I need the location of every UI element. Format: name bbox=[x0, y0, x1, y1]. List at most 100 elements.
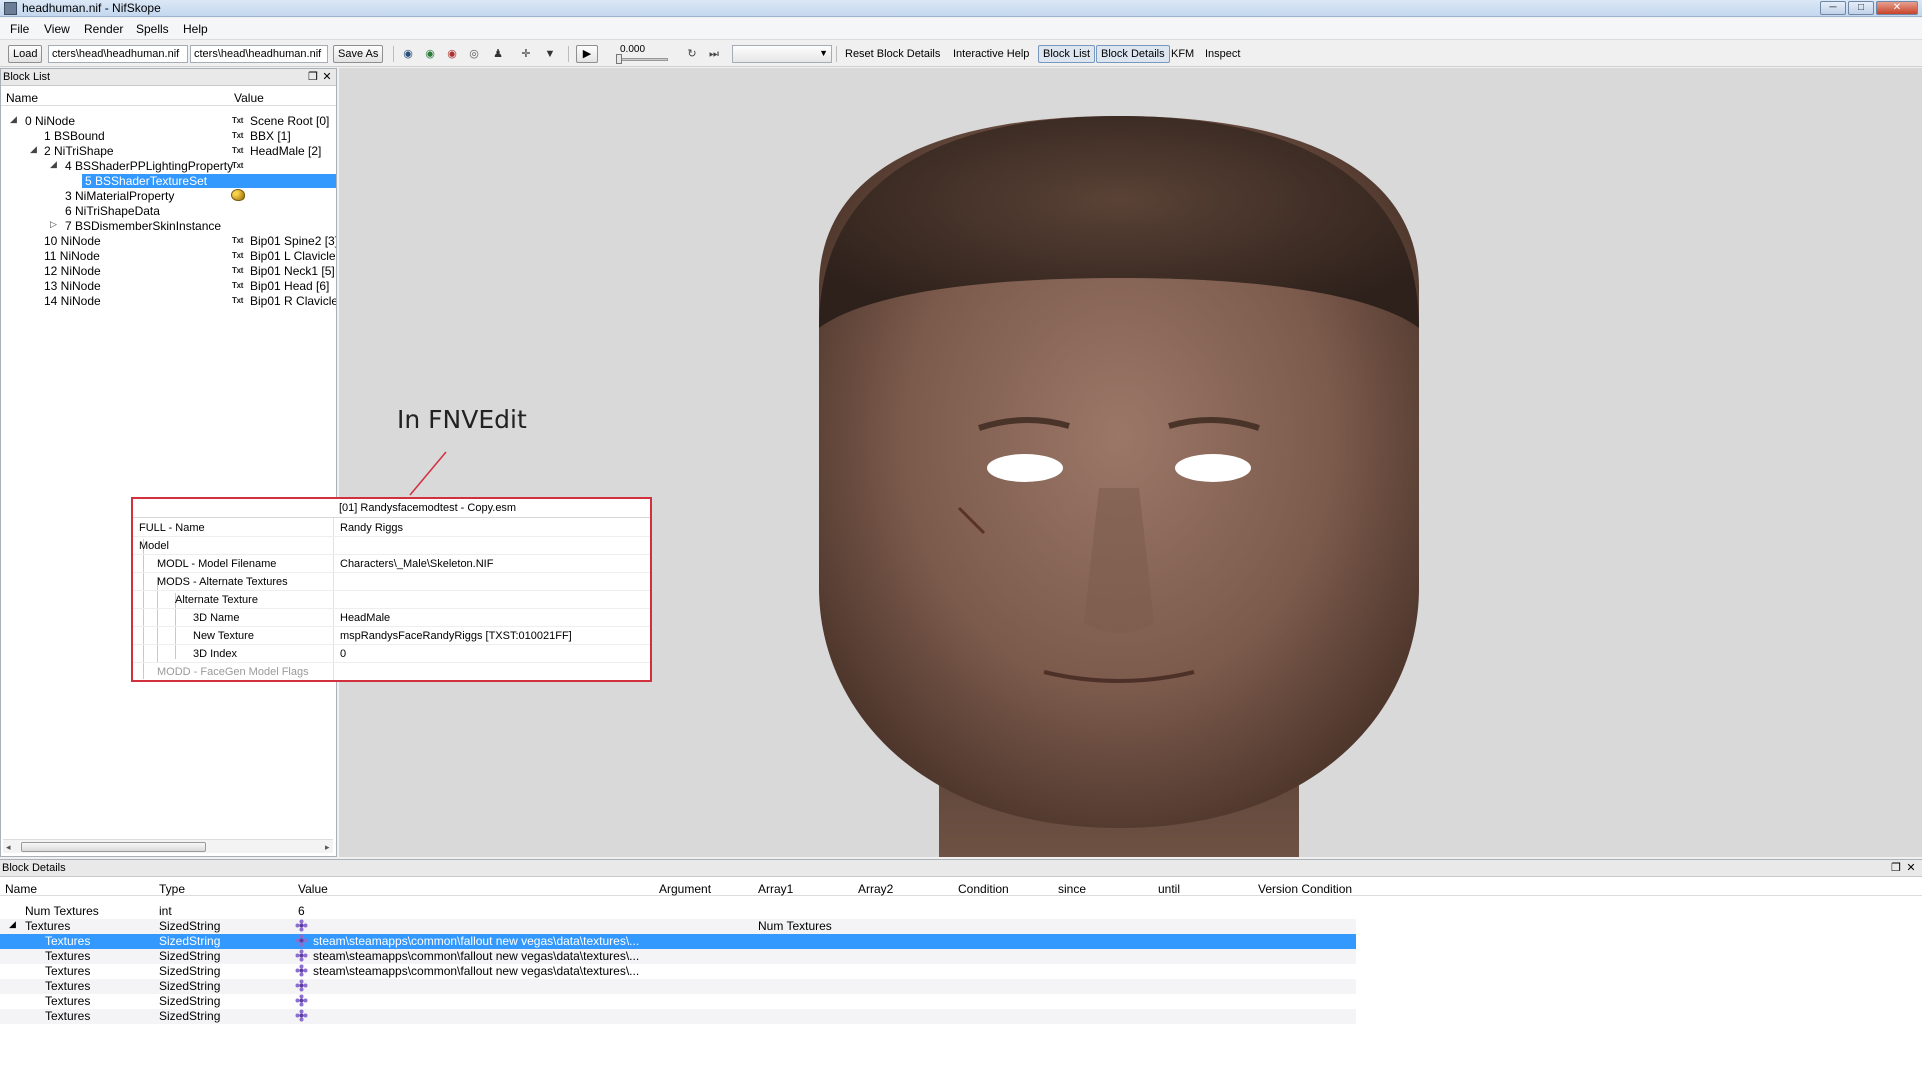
detail-row[interactable]: ◢ Textures SizedString Num Textures bbox=[0, 919, 1356, 934]
detail-row[interactable]: Textures SizedString steam\steamapps\com… bbox=[0, 964, 1356, 979]
record-row[interactable]: MODL - Model Filename Characters\_Male\S… bbox=[133, 555, 650, 573]
detail-row-selected[interactable]: Textures SizedString steam\steamapps\com… bbox=[0, 934, 1356, 949]
walk-icon[interactable]: ♟ bbox=[490, 47, 506, 61]
record-row[interactable]: 3D Name HeadMale bbox=[133, 609, 650, 627]
column-condition[interactable]: Condition bbox=[958, 882, 1009, 896]
detail-name: Textures bbox=[45, 979, 91, 993]
record-row[interactable]: MODD - FaceGen Model Flags bbox=[133, 663, 650, 681]
load-button[interactable]: Load bbox=[8, 45, 43, 63]
inspect-button[interactable]: Inspect bbox=[1200, 45, 1245, 63]
record-key: Alternate Texture bbox=[175, 594, 258, 606]
tree-row[interactable]: 13 NiNode Txt Bip01 Head [6] bbox=[1, 279, 336, 294]
detail-name: Textures bbox=[45, 934, 91, 948]
time-slider-thumb[interactable] bbox=[616, 54, 622, 64]
tree-row[interactable]: 10 NiNode Txt Bip01 Spine2 [3] bbox=[1, 234, 336, 249]
record-row[interactable]: New Texture mspRandysFaceRandyRiggs [TXS… bbox=[133, 627, 650, 645]
block-list-title: Block List ❐ ✕ bbox=[1, 69, 336, 86]
column-since[interactable]: since bbox=[1058, 882, 1086, 896]
record-row[interactable]: Model bbox=[133, 537, 650, 555]
maximize-button[interactable]: □ bbox=[1848, 1, 1874, 15]
record-row[interactable]: FULL - Name Randy Riggs bbox=[133, 519, 650, 537]
window-title: headhuman.nif - NifSkope bbox=[22, 1, 161, 15]
tree-row[interactable]: 12 NiNode Txt Bip01 Neck1 [5] bbox=[1, 264, 336, 279]
tree-row[interactable]: 11 NiNode Txt Bip01 L Clavicle [ bbox=[1, 249, 336, 264]
interactive-help-button[interactable]: Interactive Help bbox=[948, 45, 1034, 63]
scroll-left-icon[interactable]: ◂ bbox=[6, 840, 11, 854]
column-name[interactable]: Name bbox=[5, 882, 37, 896]
block-list-toggle[interactable]: Block List bbox=[1038, 45, 1096, 63]
tree-row-value: Bip01 L Clavicle [ bbox=[250, 249, 336, 263]
block-details-toggle[interactable]: Block Details bbox=[1096, 45, 1170, 63]
detail-row[interactable]: Num Textures int 6 bbox=[0, 904, 1356, 919]
expand-arrow-icon[interactable]: ◢ bbox=[30, 144, 40, 155]
detail-row[interactable]: Textures SizedString bbox=[0, 994, 1356, 1009]
tree-row[interactable]: ◢ 4 BSShaderPPLightingProperty Txt bbox=[1, 159, 336, 174]
eye-red-icon[interactable]: ◉ bbox=[444, 47, 460, 61]
dropdown-icon[interactable]: ▼ bbox=[542, 47, 558, 61]
play-button[interactable]: ▶ bbox=[576, 45, 598, 63]
menu-spells[interactable]: Spells bbox=[136, 22, 169, 36]
detail-type: SizedString bbox=[159, 994, 221, 1008]
render-viewport[interactable] bbox=[339, 68, 1922, 857]
menu-file[interactable]: File bbox=[10, 22, 29, 36]
column-array2[interactable]: Array2 bbox=[858, 882, 893, 896]
save-as-button[interactable]: Save As bbox=[333, 45, 384, 63]
undock-icon[interactable]: ❐ bbox=[1890, 861, 1902, 875]
detail-row[interactable]: Textures SizedString bbox=[0, 1009, 1356, 1024]
tree-row[interactable]: 1 BSBound Txt BBX [1] bbox=[1, 129, 336, 144]
tree-row[interactable]: ◢ 0 NiNode Txt Scene Root [0] bbox=[1, 114, 336, 129]
eye-blue-icon[interactable]: ◉ bbox=[400, 47, 416, 61]
record-row[interactable]: MODS - Alternate Textures bbox=[133, 573, 650, 591]
block-details-panel: Block Details ❐ ✕ Name Type Value Argume… bbox=[0, 859, 1922, 1076]
switch-icon[interactable]: ⏭ bbox=[706, 47, 722, 61]
txt-badge-icon: Txt bbox=[232, 266, 244, 275]
eye-green-icon[interactable]: ◉ bbox=[422, 47, 438, 61]
close-icon[interactable]: ✕ bbox=[1905, 861, 1917, 875]
tree-row[interactable]: ▷ 7 BSDismemberSkinInstance bbox=[1, 219, 336, 234]
column-value[interactable]: Value bbox=[234, 91, 264, 105]
undock-icon[interactable]: ❐ bbox=[307, 70, 319, 84]
record-row[interactable]: Alternate Texture bbox=[133, 591, 650, 609]
expand-arrow-icon[interactable]: ◢ bbox=[9, 919, 16, 930]
column-array1[interactable]: Array1 bbox=[758, 882, 793, 896]
column-value[interactable]: Value bbox=[298, 882, 328, 896]
close-icon[interactable]: ✕ bbox=[321, 70, 333, 84]
txt-badge-icon: Txt bbox=[232, 251, 244, 260]
detail-row[interactable]: Textures SizedString bbox=[0, 979, 1356, 994]
detail-row[interactable]: Textures SizedString steam\steamapps\com… bbox=[0, 949, 1356, 964]
time-slider[interactable] bbox=[618, 58, 668, 61]
menu-help[interactable]: Help bbox=[183, 22, 208, 36]
column-argument[interactable]: Argument bbox=[659, 882, 711, 896]
tree-row-selected[interactable]: 5 BSShaderTextureSet bbox=[1, 174, 336, 189]
tree-row[interactable]: 3 NiMaterialProperty bbox=[1, 189, 336, 204]
expand-arrow-icon[interactable]: ◢ bbox=[10, 114, 20, 125]
animation-select[interactable]: ▼ bbox=[732, 45, 832, 63]
block-details-title-text: Block Details bbox=[2, 862, 66, 874]
save-path-field[interactable]: cters\head\headhuman.nif bbox=[190, 45, 328, 63]
reset-block-details-button[interactable]: Reset Block Details bbox=[840, 45, 945, 63]
column-until[interactable]: until bbox=[1158, 882, 1180, 896]
tree-row[interactable]: ◢ 2 NiTriShape Txt HeadMale [2] bbox=[1, 144, 336, 159]
block-list-title-text: Block List bbox=[3, 71, 51, 83]
expand-arrow-icon[interactable]: ◢ bbox=[50, 159, 60, 170]
menu-view[interactable]: View bbox=[44, 22, 70, 36]
scrollbar-thumb[interactable] bbox=[21, 842, 206, 852]
block-list-hscrollbar[interactable]: ◂ ▸ bbox=[3, 839, 333, 853]
scroll-right-icon[interactable]: ▸ bbox=[325, 840, 330, 854]
eye-outline-icon[interactable]: ◎ bbox=[466, 47, 482, 61]
txt-badge-icon: Txt bbox=[232, 281, 244, 290]
loop-icon[interactable]: ↻ bbox=[684, 47, 700, 61]
record-row[interactable]: 3D Index 0 bbox=[133, 645, 650, 663]
minimize-button[interactable]: ─ bbox=[1820, 1, 1846, 15]
tree-row[interactable]: 14 NiNode Txt Bip01 R Clavicle bbox=[1, 294, 336, 309]
column-type[interactable]: Type bbox=[159, 882, 185, 896]
menu-render[interactable]: Render bbox=[84, 22, 123, 36]
move-axis-icon[interactable]: ✛ bbox=[518, 47, 534, 61]
expand-arrow-icon[interactable]: ▷ bbox=[50, 219, 60, 230]
column-name[interactable]: Name bbox=[6, 91, 38, 105]
close-button[interactable]: ✕ bbox=[1876, 1, 1918, 15]
column-version-condition[interactable]: Version Condition bbox=[1258, 882, 1352, 896]
kfm-button[interactable]: KFM bbox=[1166, 45, 1199, 63]
load-path-field[interactable]: cters\head\headhuman.nif bbox=[48, 45, 188, 63]
tree-row[interactable]: 6 NiTriShapeData bbox=[1, 204, 336, 219]
